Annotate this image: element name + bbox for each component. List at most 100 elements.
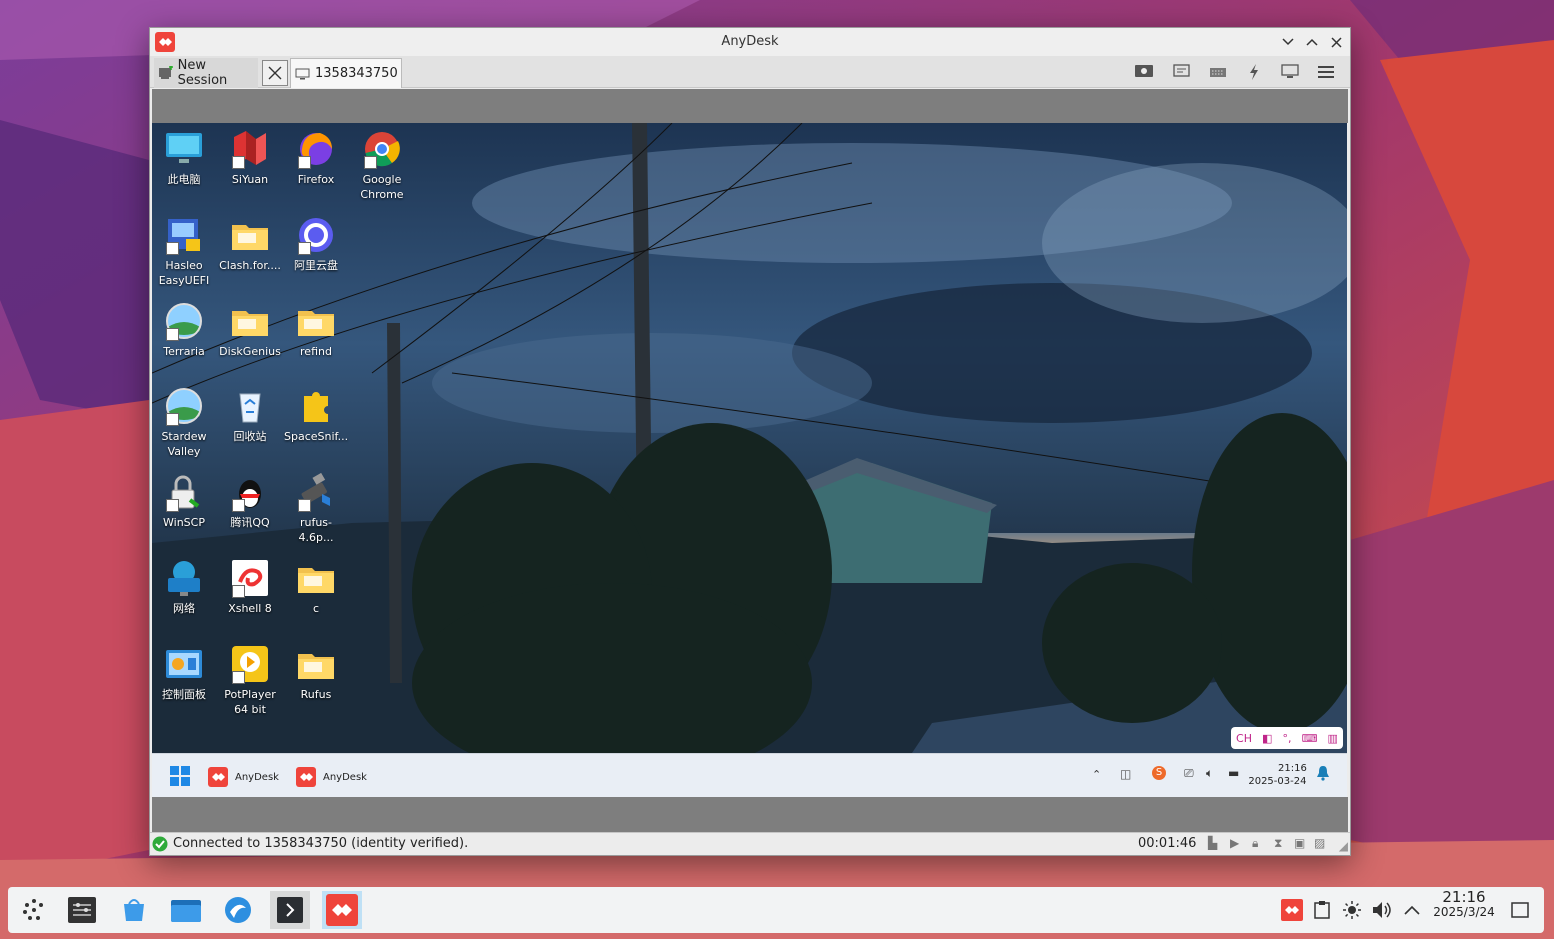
tab-session[interactable]: 1358343750 [290, 58, 402, 88]
desktop-icon-label: DiskGenius [219, 344, 281, 358]
tray-volume-icon[interactable]: 🔈︎ [1206, 766, 1213, 781]
maximize-icon[interactable] [1303, 33, 1321, 51]
tray-clipboard-icon[interactable] [1306, 891, 1338, 929]
shortcut-arrow-icon [232, 499, 245, 513]
keyboard-icon[interactable] [1208, 64, 1228, 80]
tab-new-session[interactable]: New Session [154, 58, 258, 88]
app-launcher-icon[interactable] [14, 891, 54, 929]
desktop-icon[interactable]: Rufus [284, 644, 348, 702]
desktop-icon-label: Stardew Valley [161, 430, 207, 459]
display-mode-icon[interactable] [1134, 64, 1154, 80]
tray-network-icon[interactable]: ⎚ [1184, 766, 1194, 781]
system-settings-icon[interactable] [62, 891, 102, 929]
desktop-icon[interactable]: SpaceSnif... [284, 386, 348, 444]
tray-volume-icon[interactable] [1366, 891, 1398, 929]
desktop-icon-label: PotPlayer 64 bit [224, 687, 276, 716]
anydesk-logo-icon [208, 767, 228, 787]
notification-bell-icon[interactable] [1316, 765, 1330, 785]
tray-chevron-icon[interactable]: ⌃ [1092, 768, 1101, 781]
remote-taskbar-app-1[interactable]: AnyDesk [208, 764, 279, 790]
minimize-icon[interactable] [1279, 33, 1297, 51]
desktop-icon[interactable]: PotPlayer 64 bit [218, 644, 282, 717]
desktop-icon[interactable]: Terraria [152, 301, 216, 359]
close-window-icon[interactable] [1327, 33, 1345, 51]
folder-icon [230, 301, 270, 341]
status-lock-icon: 🔒︎ [1252, 836, 1259, 850]
desktop-icon[interactable]: Stardew Valley [152, 386, 216, 459]
desktop-icon[interactable]: c [284, 558, 348, 616]
desktop-icon-label: Google Chrome [360, 173, 404, 201]
desktop-icon[interactable]: 阿里云盘 [284, 215, 348, 273]
tray-expand-icon[interactable] [1396, 891, 1428, 929]
anydesk-window: AnyDesk New Session 1358343750 此电脑 SiYua… [149, 27, 1351, 856]
windows-start-icon[interactable] [170, 766, 190, 790]
desktop-icon[interactable]: Xshell 8 [218, 558, 282, 616]
desktop-icon-label: 回收站 [233, 430, 267, 444]
host-taskbar: 21:16 2025/3/24 [8, 887, 1544, 933]
desktop-icon[interactable]: Hasleo EasyUEFI [152, 215, 216, 288]
siyuan-icon [230, 129, 270, 169]
browser-icon[interactable] [218, 891, 258, 929]
terminal-icon[interactable] [270, 891, 310, 929]
file-manager-icon[interactable] [166, 891, 206, 929]
desktop-icon[interactable]: WinSCP [152, 472, 216, 530]
desktop-icon[interactable]: 腾讯QQ [218, 472, 282, 530]
monitor-icon [295, 68, 310, 79]
desktop-icon[interactable]: Firefox [284, 129, 348, 187]
new-session-label: New Session [177, 58, 228, 88]
folder-icon [296, 644, 336, 684]
desktop-icon-label: WinSCP [163, 516, 205, 530]
desktop-icon[interactable]: refind [284, 301, 348, 359]
globe-icon [164, 386, 204, 427]
switch-monitor-icon[interactable] [1280, 64, 1300, 80]
desktop-icon[interactable]: SiYuan [218, 129, 282, 187]
tray-brightness-icon[interactable] [1336, 891, 1368, 929]
ime-menu-icon: ▥ [1327, 731, 1338, 745]
menu-icon[interactable] [1316, 64, 1336, 80]
recycle-icon [230, 386, 270, 426]
anydesk-taskbar-icon[interactable] [322, 891, 362, 929]
desktop-icon-label: SiYuan [231, 173, 269, 186]
potplayer-icon [230, 644, 270, 684]
desktop-icon[interactable]: 网络 [152, 558, 216, 616]
resize-grip-icon[interactable]: ◢ [1339, 839, 1348, 853]
tray-anydesk-icon[interactable] [1276, 891, 1308, 929]
desktop-icon-label: Rufus [300, 687, 332, 701]
remote-taskbar-app-label: AnyDesk [323, 771, 367, 783]
remote-desktop-view[interactable]: 此电脑 SiYuan Firefox Google Chrome Hasleo Easy… [152, 123, 1347, 753]
remote-taskbar-app-label: AnyDesk [235, 771, 279, 783]
remote-clock-time: 21:16 [1278, 763, 1307, 774]
shortcut-arrow-icon [298, 241, 311, 255]
desktop-icon[interactable]: 回收站 [218, 386, 282, 444]
desktop-icon[interactable]: Google Chrome [350, 129, 414, 202]
desktop-icon-label: Terraria [163, 344, 205, 358]
close-tab-button[interactable] [262, 60, 288, 86]
desktop-icon[interactable]: Clash.for.... [218, 215, 282, 273]
tray-speaker-icon[interactable]: ◫ [1120, 767, 1131, 781]
discover-store-icon[interactable] [114, 891, 154, 929]
desktop-icon[interactable]: rufus-4.6p... [284, 472, 348, 545]
title-bar[interactable]: AnyDesk [150, 28, 1350, 56]
shortcut-arrow-icon [298, 156, 311, 169]
folder-icon [230, 215, 270, 255]
desktop-icon-label: rufus-4.6p... [298, 516, 334, 545]
ime-toolbar[interactable]: CH ◧ °, ⌨ ▥ [1231, 727, 1343, 749]
remote-taskbar-app-2[interactable]: AnyDesk [296, 764, 367, 790]
xshell-icon [230, 558, 270, 598]
letterbox-top [152, 89, 1348, 123]
shortcut-arrow-icon [232, 156, 245, 169]
chat-icon[interactable] [1172, 64, 1192, 80]
show-desktop-icon[interactable] [1504, 891, 1536, 929]
uefi-icon [164, 215, 204, 255]
remote-clock[interactable]: 21:16 2025-03-24 [1248, 762, 1307, 788]
desktop-icon[interactable]: 控制面板 [152, 644, 216, 702]
status-screen-icon: ▨ [1314, 836, 1326, 850]
actions-icon[interactable] [1244, 64, 1264, 80]
shortcut-arrow-icon [166, 241, 179, 255]
desktop-icon[interactable]: 此电脑 [152, 129, 216, 187]
host-clock[interactable]: 21:16 2025/3/24 [1428, 890, 1500, 920]
sogou-ime-icon[interactable]: S [1152, 766, 1166, 780]
desktop-icon[interactable]: DiskGenius [218, 301, 282, 359]
tray-battery-icon[interactable]: ▬ [1228, 766, 1239, 780]
desktop-icon-label: 阿里云盘 [294, 258, 338, 272]
